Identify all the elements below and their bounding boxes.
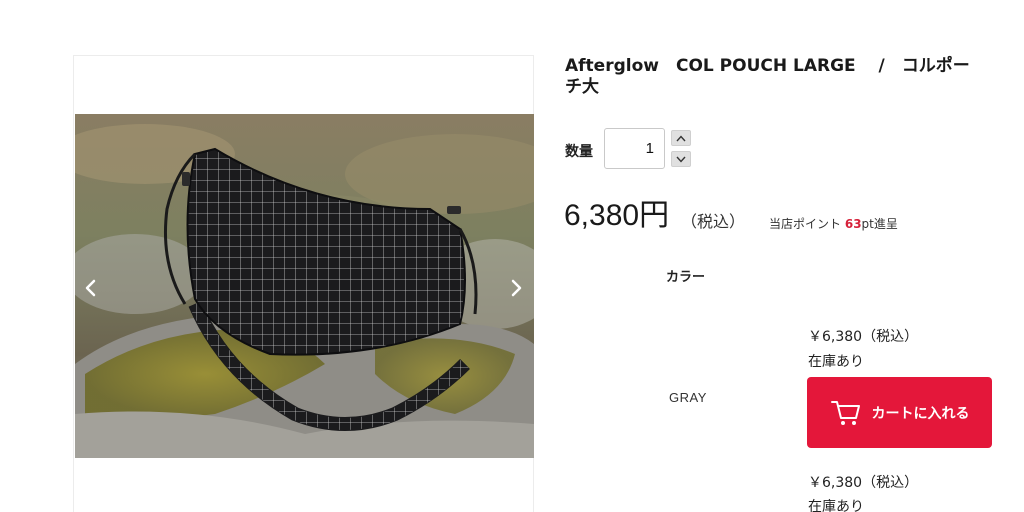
points-prefix: 当店ポイント — [769, 217, 842, 231]
points-suffix: pt進呈 — [861, 217, 898, 231]
gallery-next-button[interactable] — [504, 276, 528, 300]
product-gallery — [73, 55, 534, 512]
price-tax-note: （税込） — [681, 212, 746, 231]
variant-name: GRAY — [669, 390, 707, 405]
quantity-increment-button[interactable] — [671, 130, 691, 146]
add-to-cart-label: カートに入れる — [871, 405, 970, 422]
variant-price: ￥6,380（税込） — [808, 329, 919, 345]
quantity-label: 数量 — [565, 144, 593, 160]
product-title: Afterglow COL POUCH LARGE / コルポーチ大 — [565, 56, 970, 97]
variant-stock: 在庫あり — [808, 499, 864, 512]
cart-icon — [830, 400, 860, 425]
quantity-decrement-button[interactable] — [671, 151, 691, 167]
variant-stock: 在庫あり — [808, 354, 864, 370]
gallery-prev-button[interactable] — [79, 276, 103, 300]
add-to-cart-button[interactable]: カートに入れる — [807, 377, 992, 448]
points-info: 当店ポイント 63pt進呈 — [769, 215, 898, 232]
product-price: 6,380円 — [564, 199, 670, 232]
chevron-up-icon — [676, 134, 686, 141]
points-value: 63 — [844, 217, 862, 231]
chevron-left-icon — [85, 279, 96, 297]
chevron-right-icon — [511, 279, 522, 297]
bag-photo-illustration — [75, 114, 534, 458]
quantity-input[interactable] — [604, 128, 665, 169]
product-photo — [75, 114, 534, 458]
variant-color-header: カラー — [666, 270, 706, 285]
chevron-down-icon — [676, 156, 686, 163]
variant-price: ￥6,380（税込） — [808, 475, 919, 491]
